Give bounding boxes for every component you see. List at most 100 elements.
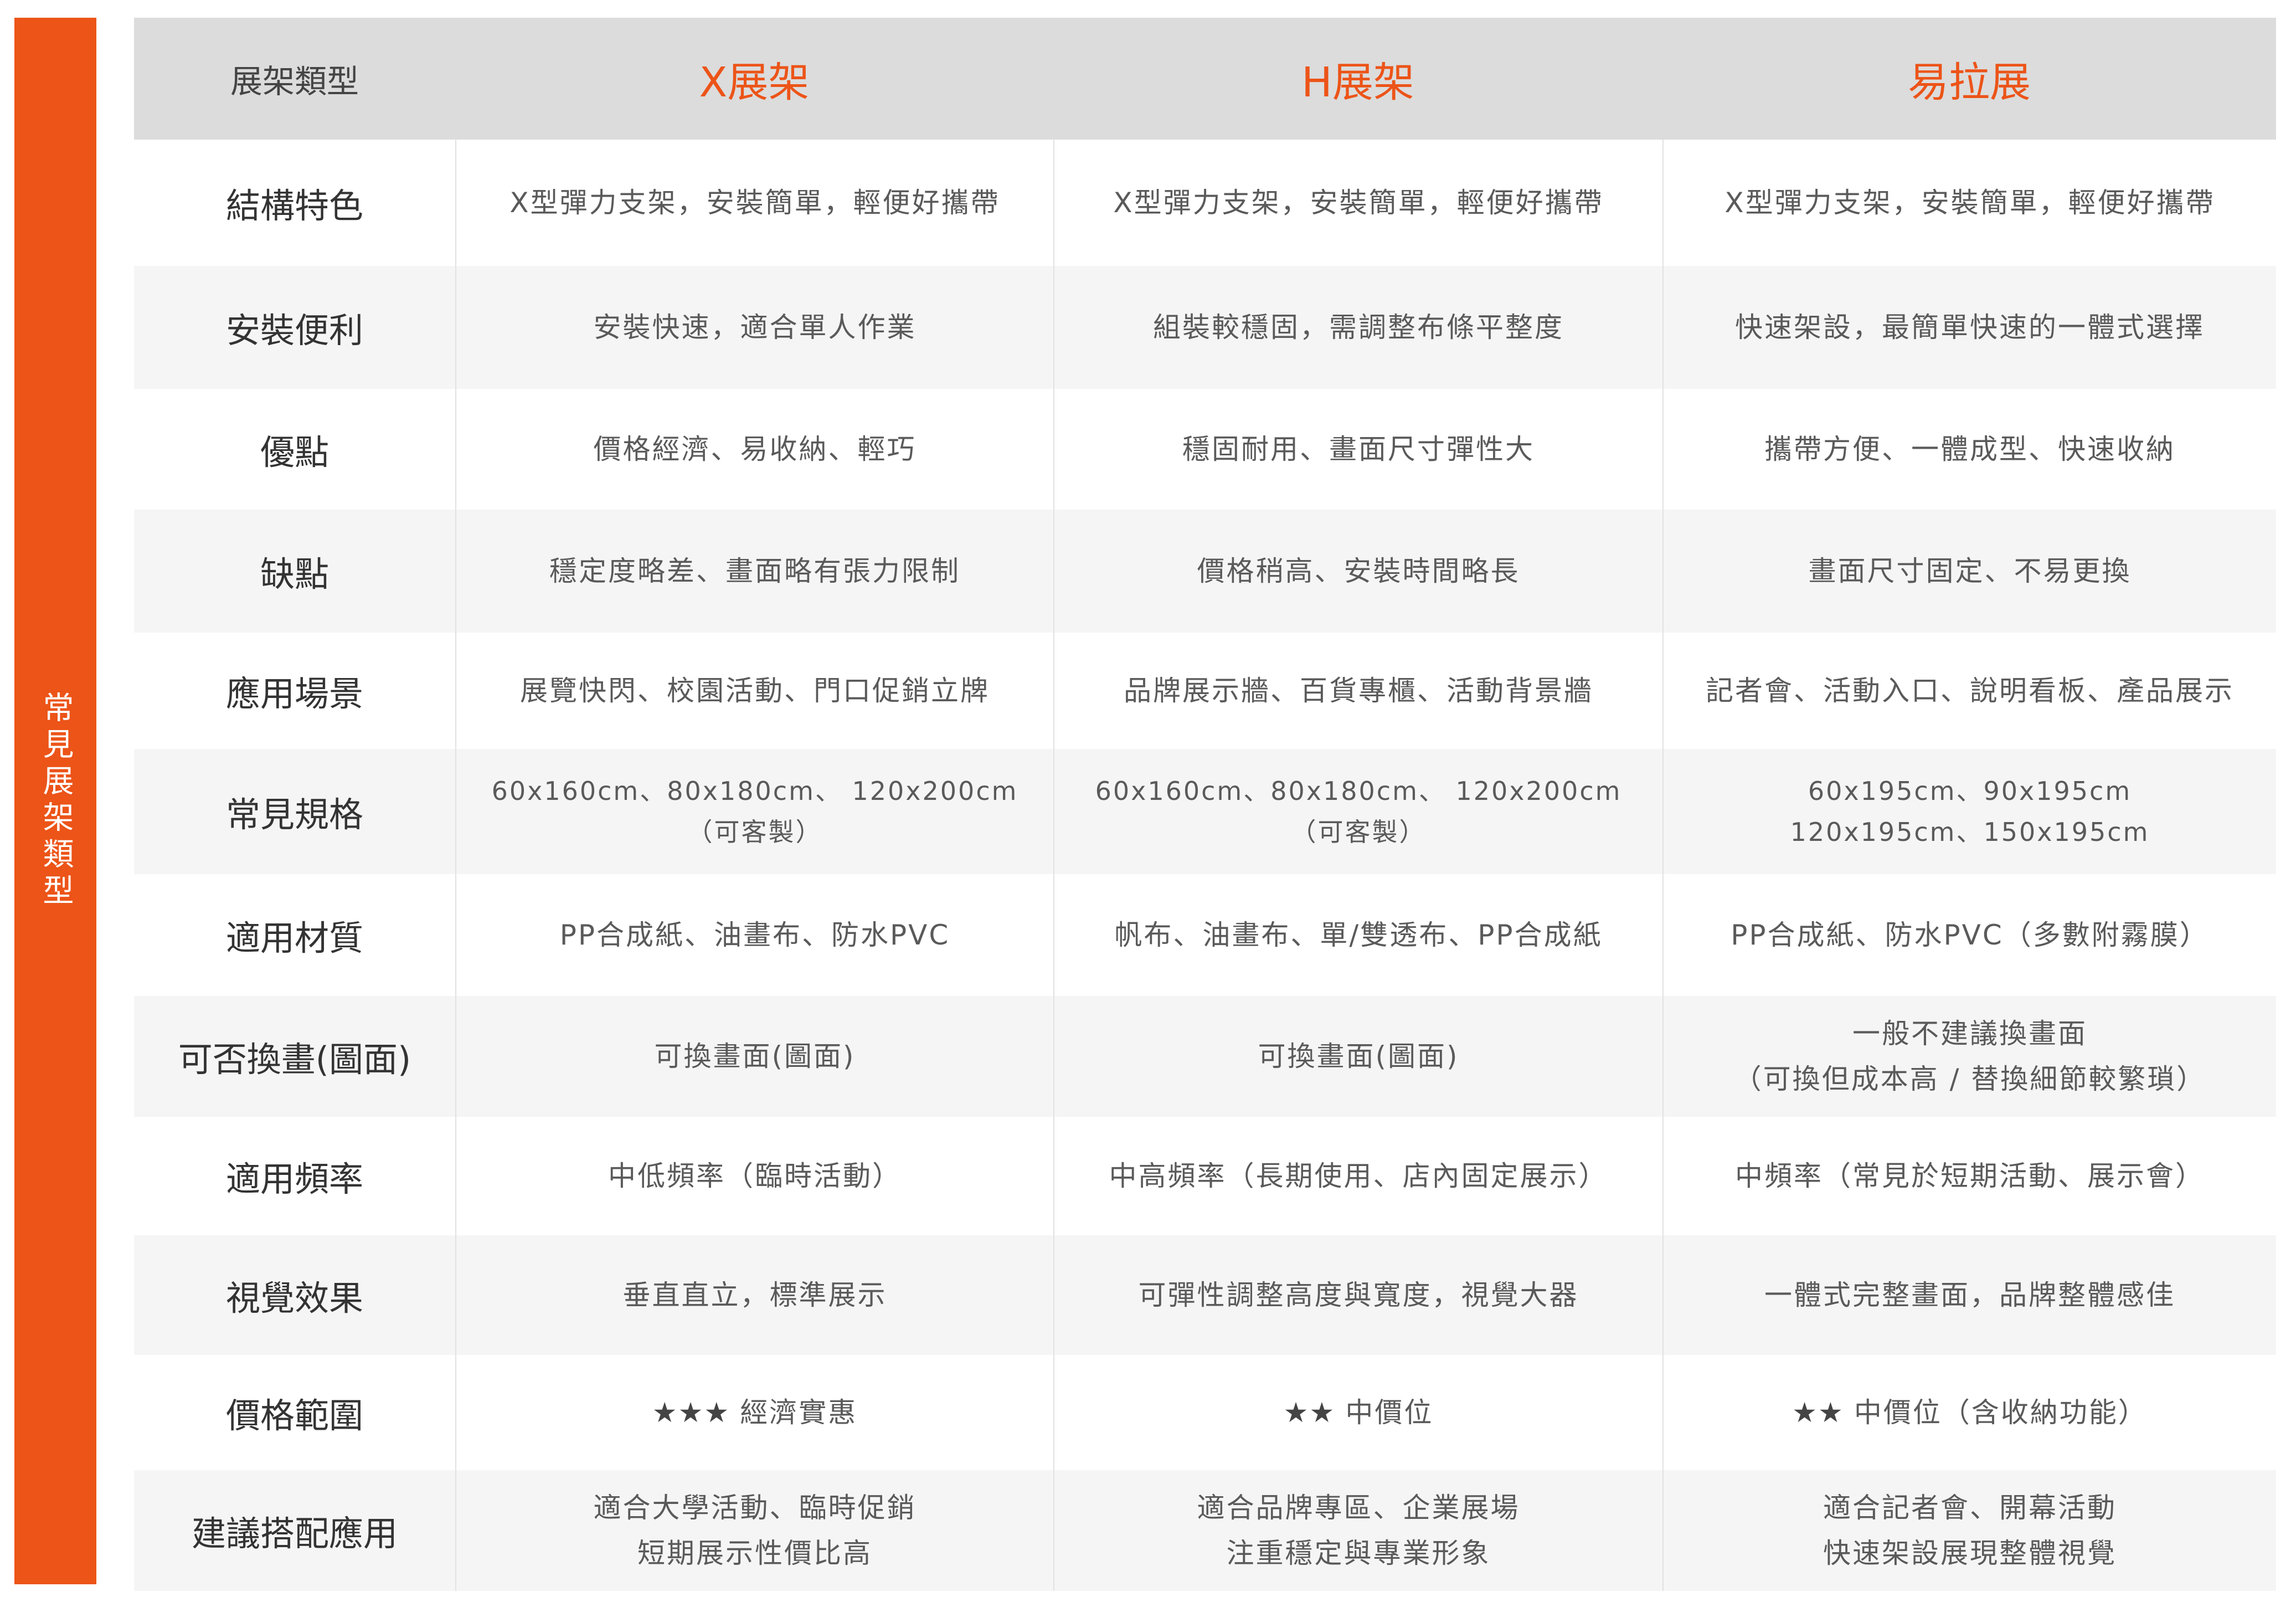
value-cell-rollup-stand: 攜帶方便、一體成型、快速收納: [1662, 389, 2276, 510]
table-row: 缺點 穩定度略差、畫面略有張力限制 價格稍高、安裝時間略長 畫面尺寸固定、不易更換: [134, 510, 2276, 633]
column-title-h-stand: H展架: [1301, 58, 1414, 106]
side-category-label: 常見展架類型: [38, 691, 74, 911]
table-row: 優點 價格經濟、易收納、輕巧 穩固耐用、畫面尺寸彈性大 攜帶方便、一體成型、快速收納: [134, 389, 2276, 510]
cell-text-line: （可客製）: [1290, 817, 1427, 847]
row-label-cell: 缺點: [134, 510, 455, 633]
value-cell-x-stand: 可換畫面(圖面): [455, 996, 1053, 1117]
value-cell-h-stand: 品牌展示牆、百貨專櫃、活動背景牆: [1053, 633, 1662, 749]
value-cell-h-stand: 適合品牌專區、企業展場 注重穩定與專業形象: [1053, 1470, 1662, 1591]
value-cell-rollup-stand: 一體式完整畫面，品牌整體感佳: [1662, 1235, 2276, 1355]
row-label-cell: 安裝便利: [134, 266, 455, 389]
cell-text-line: X型彈力支架，安裝簡單，輕便好攜帶: [1724, 187, 2215, 219]
cell-text-line: 可換畫面(圖面): [654, 1040, 856, 1072]
header-label-cell: 展架類型: [134, 18, 455, 140]
row-label-cell: 可否換畫(圖面): [134, 996, 455, 1117]
cell-text-line: 60x160cm、80x180cm、 120x200cm: [1095, 776, 1622, 806]
price-text: 中價位（含收納功能）: [1854, 1396, 2148, 1429]
cell-text-line: 組裝較穩固，需調整布條平整度: [1153, 311, 1564, 343]
cell-text-line: 60x195cm、90x195cm: [1808, 776, 2132, 806]
value-cell-rollup-stand: 一般不建議換畫面 （可換但成本高 / 替換細節較繁瑣）: [1662, 996, 2276, 1117]
row-label-cell: 結構特色: [134, 140, 455, 266]
cell-text-line: 適合記者會、開幕活動: [1823, 1492, 2117, 1524]
table-row: 可否換畫(圖面) 可換畫面(圖面) 可換畫面(圖面) 一般不建議換畫面 （可換但成本高 …: [134, 996, 2276, 1117]
cell-text-line: X型彈力支架，安裝簡單，輕便好攜帶: [509, 187, 1000, 219]
cell-text-line: 價格稍高、安裝時間略長: [1197, 555, 1520, 587]
cell-text-line: 一體式完整畫面，品牌整體感佳: [1764, 1279, 2175, 1311]
row-label: 缺點: [260, 554, 329, 594]
row-label-cell: 視覺效果: [134, 1235, 455, 1355]
cell-text-line: （可換但成本高 / 替換細節較繁瑣）: [1733, 1063, 2206, 1095]
value-cell-h-stand: 價格稍高、安裝時間略長: [1053, 510, 1662, 633]
price-line: ★★★ 經濟實惠: [652, 1390, 857, 1435]
cell-text-line: X型彈力支架，安裝簡單，輕便好攜帶: [1113, 187, 1604, 219]
table-row: 視覺效果 垂直直立，標準展示 可彈性調整高度與寬度，視覺大器 一體式完整畫面，品牌整體…: [134, 1235, 2276, 1355]
table-row: 應用場景 展覽快閃、校園活動、門口促銷立牌 品牌展示牆、百貨專櫃、活動背景牆 記者會、…: [134, 633, 2276, 749]
price-line: ★★ 中價位（含收納功能）: [1792, 1390, 2148, 1435]
cell-text-line: 快速架設展現整體視覺: [1823, 1537, 2117, 1569]
row-label: 常見規格: [225, 794, 363, 835]
star-rating-icon: ★★: [1792, 1396, 1844, 1429]
value-cell-x-stand: 中低頻率（臨時活動）: [455, 1117, 1053, 1235]
side-category-bar: 常見展架類型: [14, 18, 96, 1584]
header-column-x-stand: X展架: [455, 18, 1053, 140]
cell-text-line: 中高頻率（長期使用、店內固定展示）: [1109, 1160, 1608, 1192]
value-cell-h-stand: 組裝較穩固，需調整布條平整度: [1053, 266, 1662, 389]
row-label: 結構特色: [225, 186, 363, 226]
cell-text-line: 60x160cm、80x180cm、 120x200cm: [491, 776, 1018, 806]
cell-text-line: 穩固耐用、畫面尺寸彈性大: [1182, 433, 1535, 465]
row-label-cell: 常見規格: [134, 749, 455, 874]
value-cell-h-stand: 帆布、油畫布、單/雙透布、PP合成紙: [1053, 874, 1662, 996]
header-column-rollup-stand: 易拉展: [1662, 18, 2276, 140]
table-row: 建議搭配應用 適合大學活動、臨時促銷 短期展示性價比高 適合品牌專區、企業展場 注重穩定…: [134, 1470, 2276, 1591]
header-column-h-stand: H展架: [1053, 18, 1662, 140]
cell-text-line: 注重穩定與專業形象: [1226, 1537, 1491, 1569]
column-title-x-stand: X展架: [699, 58, 810, 106]
value-cell-x-stand: 適合大學活動、臨時促銷 短期展示性價比高: [455, 1470, 1053, 1591]
value-cell-rollup-stand: 中頻率（常見於短期活動、展示會）: [1662, 1117, 2276, 1235]
table-row: 結構特色 X型彈力支架，安裝簡單，輕便好攜帶 X型彈力支架，安裝簡單，輕便好攜帶 X型…: [134, 140, 2276, 266]
row-label-cell: 建議搭配應用: [134, 1470, 455, 1591]
cell-text-line: 中頻率（常見於短期活動、展示會）: [1735, 1160, 2205, 1192]
cell-text-line: 短期展示性價比高: [637, 1537, 872, 1569]
value-cell-x-stand: 價格經濟、易收納、輕巧: [455, 389, 1053, 510]
row-label: 視覺效果: [225, 1278, 363, 1318]
price-line: ★★ 中價位: [1284, 1390, 1434, 1435]
header-label: 展架類型: [230, 63, 359, 100]
cell-text-line: 一般不建議換畫面: [1852, 1018, 2087, 1050]
row-label: 安裝便利: [225, 310, 363, 351]
cell-text-line: （可客製）: [687, 817, 823, 847]
cell-text-line: 可彈性調整高度與寬度，視覺大器: [1138, 1279, 1579, 1311]
table-row: 適用頻率 中低頻率（臨時活動） 中高頻率（長期使用、店內固定展示） 中頻率（常見於短期…: [134, 1117, 2276, 1235]
cell-text-line: 展覽快閃、校園活動、門口促銷立牌: [520, 675, 990, 707]
value-cell-rollup-stand: ★★ 中價位（含收納功能）: [1662, 1355, 2276, 1470]
value-cell-x-stand: PP合成紙、油畫布、防水PVC: [455, 874, 1053, 996]
row-label: 價格範圍: [225, 1395, 363, 1436]
cell-text-line: PP合成紙、防水PVC（多數附霧膜）: [1731, 919, 2209, 951]
cell-text-line: 中低頻率（臨時活動）: [608, 1160, 902, 1192]
row-label: 建議搭配應用: [191, 1513, 398, 1554]
cell-text-line: 品牌展示牆、百貨專櫃、活動背景牆: [1124, 675, 1593, 707]
value-cell-rollup-stand: PP合成紙、防水PVC（多數附霧膜）: [1662, 874, 2276, 996]
value-cell-x-stand: 60x160cm、80x180cm、 120x200cm （可客製）: [455, 749, 1053, 874]
cell-text-line: 價格經濟、易收納、輕巧: [593, 433, 917, 465]
row-label-cell: 價格範圍: [134, 1355, 455, 1470]
value-cell-rollup-stand: 快速架設，最簡單快速的一體式選擇: [1662, 266, 2276, 389]
cell-text-line: 帆布、油畫布、單/雙透布、PP合成紙: [1114, 919, 1603, 951]
cell-text-line: 攜帶方便、一體成型、快速收納: [1764, 433, 2175, 465]
row-label: 適用材質: [225, 918, 363, 958]
price-text: 中價位: [1345, 1396, 1434, 1429]
value-cell-x-stand: 展覽快閃、校園活動、門口促銷立牌: [455, 633, 1053, 749]
row-label-cell: 應用場景: [134, 633, 455, 749]
value-cell-x-stand: ★★★ 經濟實惠: [455, 1355, 1053, 1470]
value-cell-rollup-stand: 畫面尺寸固定、不易更換: [1662, 510, 2276, 633]
star-rating-icon: ★★: [1283, 1396, 1336, 1429]
table-row: 安裝便利 安裝快速，適合單人作業 組裝較穩固，需調整布條平整度 快速架設，最簡單快速的…: [134, 266, 2276, 389]
cell-text-line: PP合成紙、油畫布、防水PVC: [559, 919, 950, 951]
cell-text-line: 快速架設，最簡單快速的一體式選擇: [1735, 311, 2205, 343]
value-cell-h-stand: 中高頻率（長期使用、店內固定展示）: [1053, 1117, 1662, 1235]
value-cell-x-stand: 垂直直立，標準展示: [455, 1235, 1053, 1355]
row-label-cell: 適用材質: [134, 874, 455, 996]
value-cell-rollup-stand: X型彈力支架，安裝簡單，輕便好攜帶: [1662, 140, 2276, 266]
row-label: 適用頻率: [225, 1159, 363, 1199]
cell-text-line: 適合大學活動、臨時促銷: [593, 1492, 917, 1524]
